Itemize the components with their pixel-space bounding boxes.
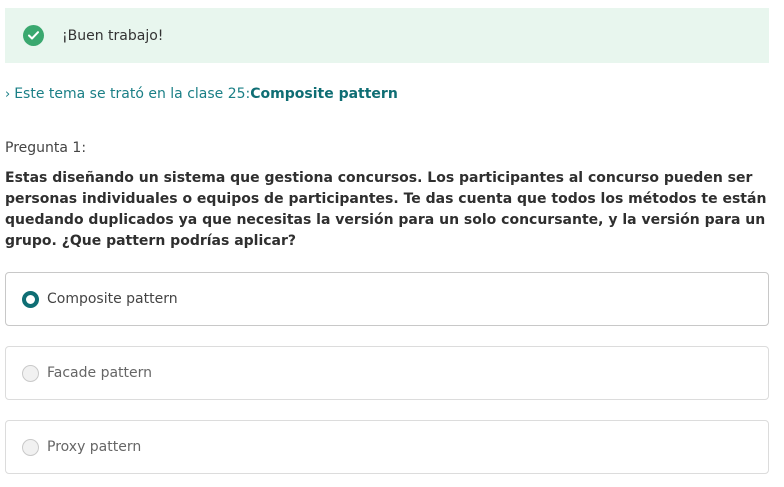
radio-empty-icon[interactable] <box>22 438 39 456</box>
topic-name[interactable]: Composite pattern <box>250 86 398 102</box>
success-banner: ¡Buen trabajo! <box>5 8 769 63</box>
topic-link[interactable]: › Este tema se trató en la clase 25: Comp… <box>5 86 398 102</box>
chevron-right-icon: › <box>5 86 11 102</box>
option-label: Facade pattern <box>47 365 153 381</box>
check-circle-icon <box>23 25 44 46</box>
option-label: Composite pattern <box>47 291 178 307</box>
option-facade[interactable]: Facade pattern <box>5 346 769 400</box>
option-composite[interactable]: Composite pattern <box>5 272 769 326</box>
success-message: ¡Buen trabajo! <box>62 27 164 44</box>
radio-selected-icon[interactable] <box>22 290 39 308</box>
question-label: Pregunta 1: <box>5 140 87 156</box>
option-label: Proxy pattern <box>47 439 142 455</box>
option-proxy[interactable]: Proxy pattern <box>5 420 769 474</box>
question-text: Estas diseñando un sistema que gestiona … <box>5 170 767 249</box>
radio-empty-icon[interactable] <box>22 364 39 382</box>
topic-prefix: Este tema se trató en la clase 25: <box>14 86 251 102</box>
